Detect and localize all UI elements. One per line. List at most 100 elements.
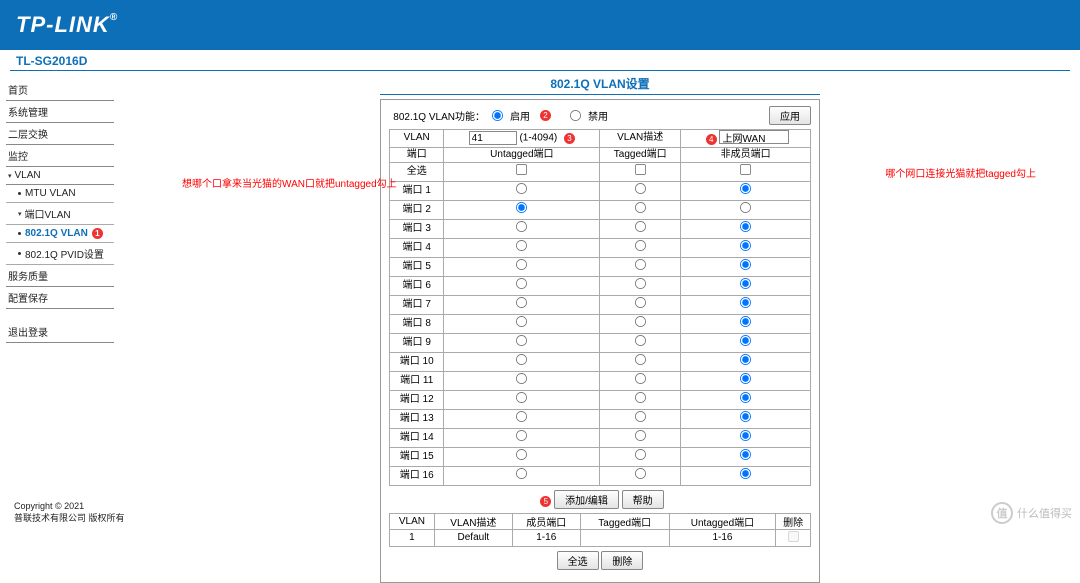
sidebar-item-4[interactable]: ▾VLAN xyxy=(6,167,114,185)
nonmember-radio[interactable] xyxy=(740,220,751,231)
port-row: 端口 13 xyxy=(390,409,811,428)
sidebar-item-10[interactable]: 配置保存 xyxy=(6,287,114,309)
port-row: 端口 15 xyxy=(390,447,811,466)
delete-button[interactable]: 删除 xyxy=(601,551,643,570)
nonmember-radio[interactable] xyxy=(740,353,751,364)
nonmember-radio[interactable] xyxy=(740,296,751,307)
tagged-radio[interactable] xyxy=(635,372,646,383)
port-row: 端口 2 xyxy=(390,200,811,219)
th-untagged: Untagged端口 xyxy=(444,147,600,162)
add-edit-button[interactable]: 添加/编辑 xyxy=(554,490,619,509)
tagged-radio[interactable] xyxy=(635,277,646,288)
sidebar-item-3[interactable]: 监控 xyxy=(6,145,114,167)
tagged-radio[interactable] xyxy=(635,315,646,326)
sidebar-item-8[interactable]: 802.1Q PVID设置 xyxy=(6,243,114,265)
untagged-radio[interactable] xyxy=(516,391,527,402)
untagged-radio[interactable] xyxy=(516,277,527,288)
tagged-radio[interactable] xyxy=(635,429,646,440)
th-nonmember: 非成员端口 xyxy=(681,147,811,162)
vlan-desc-input[interactable] xyxy=(719,130,789,144)
tagged-radio[interactable] xyxy=(635,258,646,269)
th-port: 端口 xyxy=(390,147,444,162)
untagged-radio[interactable] xyxy=(516,467,527,478)
settings-panel: 802.1Q VLAN功能： 启用 2 禁用 应用 VLAN (1-4094) … xyxy=(380,99,820,583)
row-delete-checkbox[interactable] xyxy=(788,530,799,541)
nonmember-radio[interactable] xyxy=(740,448,751,459)
app-header: TP-LINK® xyxy=(0,0,1080,50)
enable-radio[interactable] xyxy=(492,110,503,121)
sidebar-item-7[interactable]: 802.1Q VLAN1 xyxy=(6,225,114,243)
nonmember-radio[interactable] xyxy=(740,467,751,478)
nonmember-radio[interactable] xyxy=(740,277,751,288)
nonmember-radio[interactable] xyxy=(740,410,751,421)
dot-icon xyxy=(18,192,21,195)
brand-logo: TP-LINK® xyxy=(16,12,118,38)
port-name: 端口 2 xyxy=(390,200,444,219)
port-row: 端口 16 xyxy=(390,466,811,485)
sidebar-item-5[interactable]: MTU VLAN xyxy=(6,185,114,203)
nonmember-radio[interactable] xyxy=(740,182,751,193)
sidebar-item-1[interactable]: 系统管理 xyxy=(6,101,114,123)
untagged-radio[interactable] xyxy=(516,353,527,364)
tagged-radio[interactable] xyxy=(635,182,646,193)
untagged-radio[interactable] xyxy=(516,182,527,193)
tagged-radio[interactable] xyxy=(635,239,646,250)
select-all-button[interactable]: 全选 xyxy=(557,551,599,570)
vlan-id-input[interactable] xyxy=(469,131,517,145)
disable-radio[interactable] xyxy=(570,110,581,121)
tagged-radio[interactable] xyxy=(635,391,646,402)
step-badge-5: 5 xyxy=(540,496,551,507)
help-button[interactable]: 帮助 xyxy=(622,490,664,509)
untagged-radio[interactable] xyxy=(516,296,527,307)
lr-del xyxy=(776,529,811,546)
sidebar-item-2[interactable]: 二层交换 xyxy=(6,123,114,145)
dot-icon xyxy=(18,252,21,255)
nonmember-radio[interactable] xyxy=(740,429,751,440)
nonmember-radio[interactable] xyxy=(740,201,751,212)
sidebar-item-9[interactable]: 服务质量 xyxy=(6,265,114,287)
untagged-radio[interactable] xyxy=(516,239,527,250)
untagged-radio[interactable] xyxy=(516,334,527,345)
untagged-radio[interactable] xyxy=(516,429,527,440)
untagged-radio[interactable] xyxy=(516,258,527,269)
tagged-radio[interactable] xyxy=(635,467,646,478)
port-row: 端口 1 xyxy=(390,181,811,200)
model-label: TL-SG2016D xyxy=(0,50,1080,70)
nonmember-radio[interactable] xyxy=(740,391,751,402)
untagged-radio[interactable] xyxy=(516,410,527,421)
nonmember-radio[interactable] xyxy=(740,334,751,345)
nonmember-radio[interactable] xyxy=(740,239,751,250)
untagged-radio[interactable] xyxy=(516,315,527,326)
untagged-radio[interactable] xyxy=(516,372,527,383)
all-untagged-checkbox[interactable] xyxy=(516,163,527,174)
all-nonmember-checkbox[interactable] xyxy=(740,163,751,174)
nonmember-radio[interactable] xyxy=(740,258,751,269)
nonmember-radio[interactable] xyxy=(740,315,751,326)
copyright: Copyright © 2021 xyxy=(14,501,125,511)
tagged-radio[interactable] xyxy=(635,353,646,364)
nonmember-radio[interactable] xyxy=(740,372,751,383)
step-badge-3: 3 xyxy=(564,133,575,144)
port-row: 端口 7 xyxy=(390,295,811,314)
tagged-radio[interactable] xyxy=(635,410,646,421)
th-vlandesc-cell: 4 xyxy=(681,130,811,148)
sidebar-item-0[interactable]: 首页 xyxy=(6,79,114,101)
tagged-radio[interactable] xyxy=(635,448,646,459)
tagged-radio[interactable] xyxy=(635,296,646,307)
lr-untagged: 1-16 xyxy=(669,529,776,546)
row-selectall-label: 全选 xyxy=(390,162,444,181)
sidebar-item-6[interactable]: ▾端口VLAN xyxy=(6,203,114,225)
port-name: 端口 13 xyxy=(390,409,444,428)
sidebar-item-11[interactable]: 退出登录 xyxy=(6,321,114,343)
tagged-radio[interactable] xyxy=(635,334,646,345)
chevron-down-icon: ▾ xyxy=(18,210,22,218)
untagged-radio[interactable] xyxy=(516,448,527,459)
untagged-radio[interactable] xyxy=(516,220,527,231)
apply-button[interactable]: 应用 xyxy=(769,106,811,125)
panel-title: 802.1Q VLAN设置 xyxy=(380,75,820,95)
all-tagged-checkbox[interactable] xyxy=(635,163,646,174)
tagged-radio[interactable] xyxy=(635,201,646,212)
tagged-radio[interactable] xyxy=(635,220,646,231)
untagged-radio[interactable] xyxy=(516,201,527,212)
port-row: 端口 5 xyxy=(390,257,811,276)
